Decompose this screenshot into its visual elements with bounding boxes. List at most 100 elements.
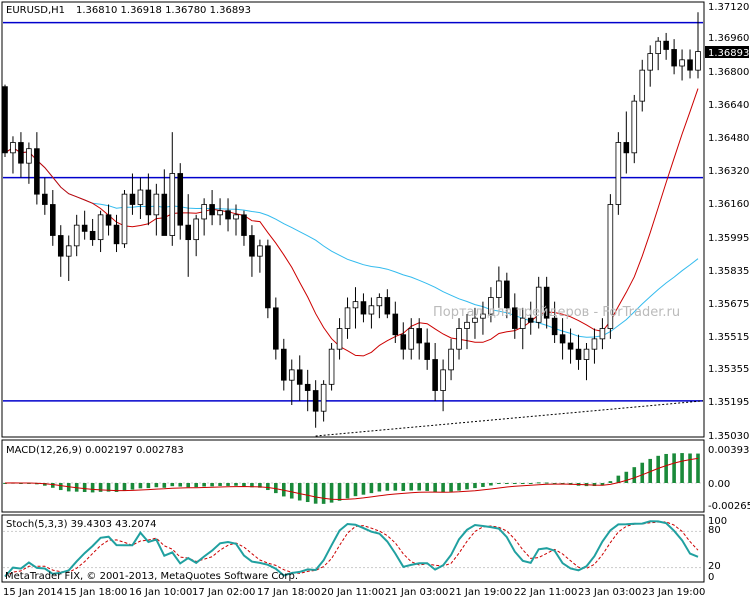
macd-bar [425,483,429,491]
stoch-axis-tick: 0 [708,572,714,583]
candle-body [663,40,669,50]
macd-bar [664,453,668,483]
candle-body [265,245,271,309]
chart-window[interactable]: EURUSD,H1 1.36810 1.36918 1.36780 1.3689… [0,0,750,600]
time-tick: 23 Jan 19:00 [642,587,705,598]
macd-bar [632,467,637,483]
macd-bar [162,483,167,488]
macd-bar [505,483,509,484]
candle-body [257,245,263,257]
candle-body [464,321,470,329]
candle-body [26,148,32,164]
macd-bar [289,483,294,499]
time-tick: 21 Jan 19:00 [449,587,512,598]
price-tick: 1.35675 [708,299,749,310]
macd-bar [497,483,501,484]
candle-body [344,307,351,329]
stoch-label: Stoch(5,3,3) 39.4303 43.2074 [6,519,157,530]
price-tick: 1.35030 [708,431,749,442]
candle-body [591,338,598,350]
candle-body [273,307,279,350]
candle-body [328,348,335,385]
candle-body [567,342,574,350]
candle-body [105,214,112,226]
price-tick: 1.36320 [708,166,749,177]
macd-bar [361,483,366,495]
candle-body [249,235,255,257]
candle-body [18,142,24,164]
candle-body [281,348,287,381]
time-tick: 15 Jan 18:00 [64,587,127,598]
candle-body [34,148,40,195]
price-tick: 1.35995 [708,233,749,244]
time-tick: 17 Jan 18:00 [257,587,320,598]
macd-bar [696,453,700,483]
candle-body [623,142,630,154]
candle-body [551,317,558,336]
macd-bar [321,483,326,504]
candle-body [599,328,606,340]
macd-bar [433,483,437,493]
candle-body [320,383,327,412]
candle-body [408,328,415,350]
candle-body [42,193,48,205]
candle-body [496,280,502,298]
ohlc-label: 1.36810 1.36918 1.36780 1.36893 [76,5,251,16]
candle-body [225,210,231,220]
macd-bar [680,453,684,483]
macd-bar [242,483,246,487]
candle-body [81,224,88,232]
price-tick: 1.37120 [708,2,749,13]
macd-bar [465,483,469,490]
macd-bar [489,483,493,486]
candle-body [241,214,247,236]
macd-bar [672,453,676,483]
price-tick: 1.36960 [708,33,749,44]
macd-bar [98,483,103,492]
macd-bar [297,483,302,501]
macd-bar [520,483,525,484]
macd-bar [377,483,382,492]
candle-body [185,224,191,241]
candle-body [432,359,438,391]
watermark: Портал для трейдеров - ForTrader.ru [433,305,680,320]
candle-body [456,328,462,350]
macd-bar [58,483,63,491]
candle-body [137,189,144,205]
macd-bar [353,483,358,497]
candle-body [2,86,8,154]
time-tick: 23 Jan 03:00 [578,587,641,598]
macd-bar [130,483,135,490]
macd-bar [202,483,206,487]
price-tick: 1.35835 [708,266,749,277]
macd-bar [512,483,517,484]
candle-body [384,297,391,315]
candle-body [97,214,104,241]
macd-bar [536,482,541,484]
candle-body [679,59,685,67]
price-tick: 1.35355 [708,364,749,375]
candle-body [687,59,693,71]
macd-bar [178,483,183,487]
candle-body [121,193,128,245]
candle-body [161,193,168,236]
candle-body [217,210,223,216]
macd-axis-tick: 0.003933 [708,445,750,456]
time-tick: 22 Jan 11:00 [514,587,577,598]
macd-axis-tick: 0.00 [708,479,730,490]
candle-body [368,305,375,315]
candle-body [448,348,454,371]
current-price-label: 1.36893 [708,48,749,59]
macd-bar [457,483,461,491]
candle-body [233,214,239,220]
candle-body [424,342,430,360]
candle-body [50,204,56,236]
candle-body [113,224,120,245]
candle-body [400,334,407,350]
time-tick: 15 Jan 2014 [3,587,63,598]
macd-bar [688,453,692,483]
macd-bar [409,483,414,491]
price-tick: 1.36800 [708,67,749,78]
macd-bar [481,483,485,487]
macd-bar [528,483,533,484]
